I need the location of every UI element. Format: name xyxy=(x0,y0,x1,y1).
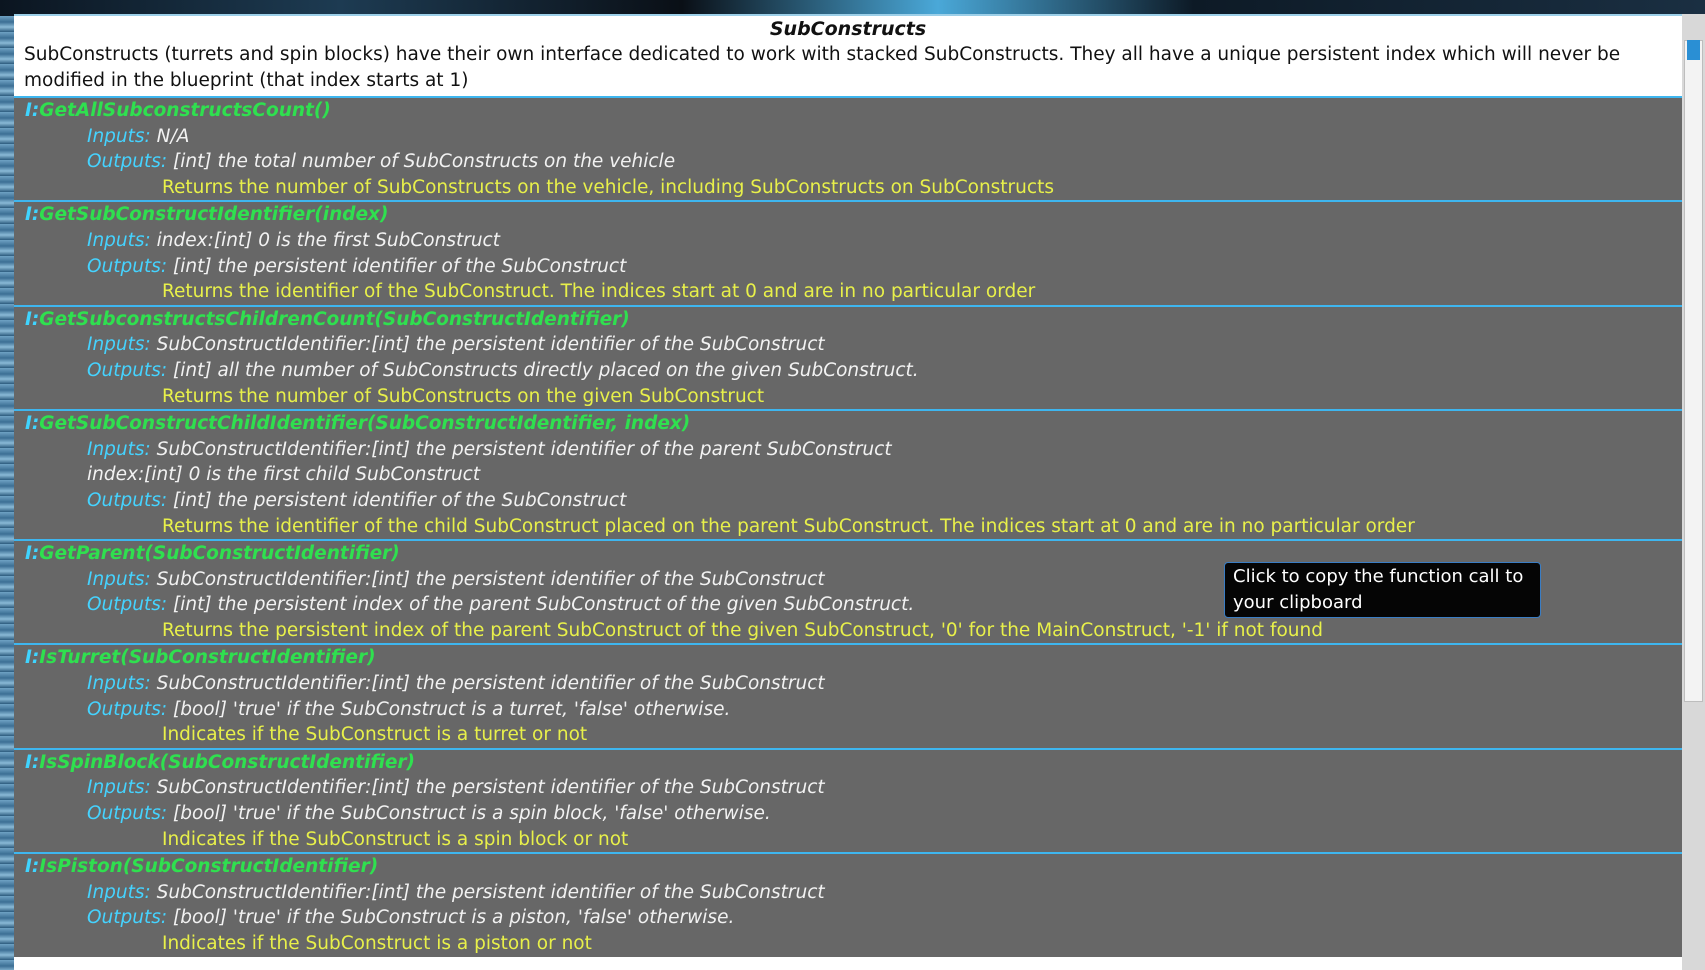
outputs-label: Outputs: xyxy=(87,907,168,929)
function-name[interactable]: I:GetSubconstructsChildrenCount(SubConst… xyxy=(25,307,1682,333)
function-entry[interactable]: I:IsPiston(SubConstructIdentifier) Inputs… xyxy=(14,852,1682,957)
function-entry[interactable]: I:IsSpinBlock(SubConstructIdentifier) Inp… xyxy=(14,747,1682,853)
game-backdrop-left xyxy=(0,16,14,970)
function-description: Indicates if the SubConstruct is a turre… xyxy=(162,724,588,746)
interface-prefix: I: xyxy=(25,751,40,773)
outputs-value: [int] the persistent index of the parent… xyxy=(173,594,915,616)
scrollbar-thumb[interactable] xyxy=(1684,40,1703,702)
function-signature: IsSpinBlock(SubConstructIdentifier) xyxy=(39,751,416,773)
inputs-value: SubConstructIdentifier:[int] the persist… xyxy=(156,777,825,799)
inputs-value: N/A xyxy=(156,125,190,147)
outputs-row: Outputs: [int] the persistent identifier… xyxy=(25,254,1682,280)
interface-prefix: I: xyxy=(25,856,40,878)
outputs-row: Outputs: [bool] 'true' if the SubConstru… xyxy=(25,801,1682,827)
outputs-label: Outputs: xyxy=(87,359,168,381)
function-signature: IsPiston(SubConstructIdentifier) xyxy=(39,856,379,878)
function-name[interactable]: I:GetSubConstructIdentifier(index) xyxy=(25,202,1682,228)
inputs-value: SubConstructIdentifier:[int] the persist… xyxy=(156,334,825,356)
inputs-row: Inputs: SubConstructIdentifier:[int] the… xyxy=(25,437,1682,463)
interface-prefix: I: xyxy=(25,647,40,669)
outputs-value: [int] the persistent identifier of the S… xyxy=(173,489,627,511)
help-panel: SubConstructs SubConstructs (turrets and… xyxy=(14,14,1682,970)
scrollbar-indicator xyxy=(1687,40,1700,60)
inputs-row: index:[int] 0 is the first child SubCons… xyxy=(25,462,1682,488)
function-description: Returns the identifier of the SubConstru… xyxy=(162,281,1036,303)
page-title: SubConstructs xyxy=(769,18,927,40)
outputs-value: [bool] 'true' if the SubConstruct is a p… xyxy=(173,907,735,929)
function-description: Returns the number of SubConstructs on t… xyxy=(162,385,765,407)
outputs-label: Outputs: xyxy=(87,255,168,277)
outputs-row: Outputs: [int] the persistent identifier… xyxy=(25,488,1682,514)
function-name[interactable]: I:IsTurret(SubConstructIdentifier) xyxy=(25,645,1682,671)
outputs-label: Outputs: xyxy=(87,803,168,825)
inputs-row: Inputs: SubConstructIdentifier:[int] the… xyxy=(25,880,1682,906)
inputs-value: SubConstructIdentifier:[int] the persist… xyxy=(156,568,825,590)
function-signature: IsTurret(SubConstructIdentifier) xyxy=(39,647,376,669)
outputs-value: [int] the persistent identifier of the S… xyxy=(173,255,627,277)
function-name[interactable]: I:IsSpinBlock(SubConstructIdentifier) xyxy=(25,750,1682,776)
function-description: Returns the number of SubConstructs on t… xyxy=(162,176,1054,198)
interface-prefix: I: xyxy=(25,204,40,226)
inputs-value: SubConstructIdentifier:[int] the persist… xyxy=(156,438,892,460)
outputs-value: [bool] 'true' if the SubConstruct is a s… xyxy=(173,803,771,825)
outputs-value: [int] the total number of SubConstructs … xyxy=(173,151,676,173)
function-signature: GetSubConstructIdentifier(index) xyxy=(39,204,389,226)
outputs-value: [int] all the number of SubConstructs di… xyxy=(173,359,919,381)
function-description: Indicates if the SubConstruct is a spin … xyxy=(162,828,629,850)
inputs-row: Inputs: index:[int] 0 is the first SubCo… xyxy=(25,228,1682,254)
function-list: I:GetAllSubconstructsCount() Inputs: N/A O… xyxy=(14,96,1682,957)
inputs-row: Inputs: SubConstructIdentifier:[int] the… xyxy=(25,671,1682,697)
function-signature: GetSubConstructChildIdentifier(SubConstr… xyxy=(39,413,691,435)
outputs-label: Outputs: xyxy=(87,151,168,173)
inputs-value: SubConstructIdentifier:[int] the persist… xyxy=(156,881,825,903)
inputs-value: index:[int] 0 is the first SubConstruct xyxy=(156,229,500,251)
inputs-label: Inputs: xyxy=(87,125,151,147)
outputs-row: Outputs: [bool] 'true' if the SubConstru… xyxy=(25,905,1682,931)
outputs-label: Outputs: xyxy=(87,698,168,720)
copy-tooltip: Click to copy the function call to your … xyxy=(1224,562,1541,618)
function-signature: GetSubconstructsChildrenCount(SubConstru… xyxy=(39,308,630,330)
inputs-row: Inputs: SubConstructIdentifier:[int] the… xyxy=(25,332,1682,358)
function-description: Returns the identifier of the child SubC… xyxy=(162,515,1415,537)
function-entry[interactable]: I:GetSubConstructIdentifier(index) Inputs… xyxy=(14,200,1682,305)
inputs-label: Inputs: xyxy=(87,438,151,460)
inputs-row: Inputs: SubConstructIdentifier:[int] the… xyxy=(25,775,1682,801)
inputs-value: index:[int] 0 is the first child SubCons… xyxy=(87,464,481,486)
function-name[interactable]: I:GetAllSubconstructsCount() xyxy=(25,98,1682,124)
function-name[interactable]: I:IsPiston(SubConstructIdentifier) xyxy=(25,854,1682,880)
scrollbar[interactable] xyxy=(1682,14,1705,970)
interface-prefix: I: xyxy=(25,100,40,121)
inputs-row: Inputs: N/A xyxy=(25,124,1682,150)
function-entry[interactable]: I:GetAllSubconstructsCount() Inputs: N/A O… xyxy=(14,96,1682,201)
interface-prefix: I: xyxy=(25,413,40,435)
inputs-label: Inputs: xyxy=(87,777,151,799)
outputs-row: Outputs: [int] all the number of SubCons… xyxy=(25,358,1682,384)
outputs-label: Outputs: xyxy=(87,489,168,511)
outputs-row: Outputs: [int] the total number of SubCo… xyxy=(25,149,1682,175)
function-entry[interactable]: I:GetSubConstructChildIdentifier(SubCons… xyxy=(14,409,1682,540)
function-description: Indicates if the SubConstruct is a pisto… xyxy=(162,933,592,954)
inputs-value: SubConstructIdentifier:[int] the persist… xyxy=(156,673,825,695)
outputs-value: [bool] 'true' if the SubConstruct is a t… xyxy=(173,698,731,720)
function-entry[interactable]: I:GetSubconstructsChildrenCount(SubConst… xyxy=(14,304,1682,410)
intro-text: SubConstructs (turrets and spin blocks) … xyxy=(24,44,1621,91)
outputs-label: Outputs: xyxy=(87,594,168,616)
inputs-label: Inputs: xyxy=(87,673,151,695)
function-signature: GetAllSubconstructsCount() xyxy=(39,100,331,121)
interface-prefix: I: xyxy=(25,308,40,330)
inputs-label: Inputs: xyxy=(87,229,151,251)
inputs-label: Inputs: xyxy=(87,881,151,903)
outputs-row: Outputs: [bool] 'true' if the SubConstru… xyxy=(25,697,1682,723)
function-signature: GetParent(SubConstructIdentifier) xyxy=(39,543,400,565)
function-name[interactable]: I:GetSubConstructChildIdentifier(SubCons… xyxy=(25,411,1682,437)
interface-prefix: I: xyxy=(25,543,40,565)
inputs-label: Inputs: xyxy=(87,568,151,590)
function-entry[interactable]: I:IsTurret(SubConstructIdentifier) Inputs… xyxy=(14,643,1682,748)
function-description: Returns the persistent index of the pare… xyxy=(162,619,1323,641)
inputs-label: Inputs: xyxy=(87,334,151,356)
